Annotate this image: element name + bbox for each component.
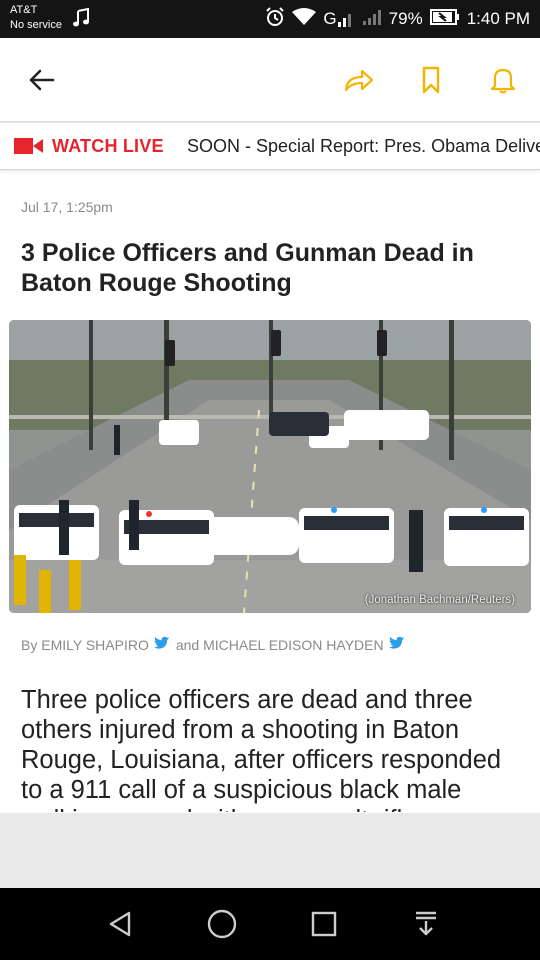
bell-icon[interactable] — [483, 60, 523, 100]
carrier-info: AT&T No service — [10, 3, 62, 33]
author-2-link[interactable]: MICHAEL EDISON HAYDEN — [203, 637, 383, 653]
watch-live-label: WATCH LIVE — [52, 136, 164, 156]
street-scene-image — [9, 320, 531, 613]
clock: 1:40 PM — [466, 9, 530, 28]
signal-icon — [362, 8, 382, 31]
battery-percent: 79% — [388, 9, 423, 28]
battery-icon — [429, 8, 460, 31]
back-arrow-icon[interactable] — [22, 60, 62, 100]
article-date: Jul 17, 1:25pm — [21, 199, 113, 215]
author-1-link[interactable]: EMILY SHAPIRO — [41, 637, 149, 653]
article-body: Three police officers are dead and three… — [21, 686, 502, 812]
byline: By EMILY SHAPIRO and MICHAEL EDISON HAYD… — [21, 636, 411, 653]
nav-recents-icon[interactable] — [304, 906, 344, 942]
video-camera-icon — [14, 137, 44, 160]
music-note-icon — [72, 7, 90, 33]
alarm-icon — [265, 6, 285, 32]
status-bar: AT&T No service G 79% 1:40 PM — [0, 0, 540, 38]
byline-and: and — [175, 636, 200, 653]
nav-home-icon[interactable] — [202, 906, 242, 942]
photo-credit: (Jonathan Bachman/Reuters) — [364, 594, 515, 606]
wifi-icon — [292, 7, 317, 31]
article-photo[interactable]: (Jonathan Bachman/Reuters) — [9, 320, 531, 613]
app-bar — [0, 38, 540, 122]
watch-live-bar[interactable]: WATCH LIVE SOON - Special Report: Pres. … — [0, 122, 540, 170]
bookmark-icon[interactable] — [411, 60, 451, 100]
byline-prefix: By — [21, 636, 38, 653]
live-ticker[interactable]: SOON - Special Report: Pres. Obama Deliv… — [187, 136, 540, 157]
system-navigation-bar — [0, 888, 540, 960]
twitter-icon[interactable] — [153, 636, 170, 653]
network-type: G — [323, 9, 354, 29]
twitter-icon[interactable] — [388, 636, 405, 653]
service-status: No service — [10, 19, 62, 31]
share-icon[interactable] — [339, 60, 379, 100]
notification-shade-icon[interactable] — [406, 906, 446, 942]
nav-back-icon[interactable] — [100, 906, 140, 942]
carrier-name: AT&T — [10, 4, 38, 16]
article-headline: 3 Police Officers and Gunman Dead in Bat… — [21, 239, 474, 297]
ad-banner-area — [0, 813, 540, 888]
